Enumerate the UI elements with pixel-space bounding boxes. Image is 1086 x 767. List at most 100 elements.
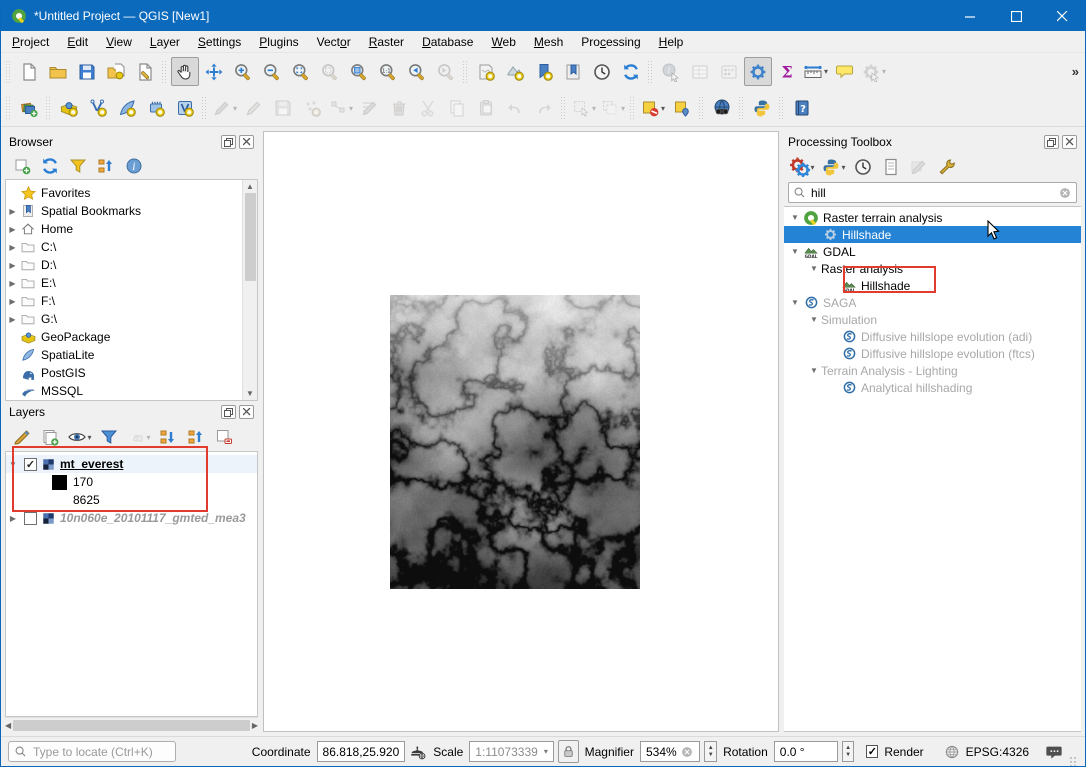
processing-item-analytical-hillshading[interactable]: Analytical hillshading [784, 379, 1081, 396]
remove-layer-button[interactable] [212, 425, 236, 449]
browser-close-button[interactable] [239, 135, 254, 149]
menu-database[interactable]: Database [413, 33, 482, 51]
processing-item-saga[interactable]: ▼ SAGA [784, 294, 1081, 311]
processing-search-input[interactable]: hill [788, 182, 1077, 203]
crs-label[interactable]: EPSG:4326 [966, 745, 1029, 759]
browser-item-spatialite[interactable]: SpatiaLite [6, 346, 257, 364]
menu-view[interactable]: View [97, 33, 141, 51]
new-map-view-button[interactable] [472, 57, 500, 86]
edit-in-place-button[interactable] [907, 155, 931, 179]
map-tips-button[interactable] [831, 57, 859, 86]
browser-item-spatialbookmarks[interactable]: ▶ Spatial Bookmarks [6, 202, 257, 220]
manage-themes-button[interactable]: ▾ [66, 425, 93, 449]
browser-item-c[interactable]: ▶ C:\ [6, 238, 257, 256]
expand-all-button[interactable] [156, 425, 180, 449]
browser-item-favorites[interactable]: Favorites [6, 184, 257, 202]
processing-item-diffusive-hillslope-evolution--ftcs-[interactable]: Diffusive hillslope evolution (ftcs) [784, 345, 1081, 362]
python-console-button[interactable] [748, 94, 776, 123]
browser-item-home[interactable]: ▶ Home [6, 220, 257, 238]
processing-item-hillshade[interactable]: Hillshade [784, 226, 1081, 243]
measure-line-button[interactable]: ▾ [802, 57, 830, 86]
toolbar-grip[interactable] [560, 97, 567, 119]
browser-item-e[interactable]: ▶ E:\ [6, 274, 257, 292]
show-spatial-bookmarks-button[interactable] [559, 57, 587, 86]
options-wrench-button[interactable] [935, 155, 959, 179]
lock-scale-button[interactable] [557, 740, 579, 763]
layer-styling-button[interactable] [10, 425, 34, 449]
processing-item-raster-terrain-analysis[interactable]: ▼ Raster terrain analysis [784, 209, 1081, 226]
open-project-button[interactable] [44, 57, 72, 86]
zoom-to-selection-button[interactable] [316, 57, 344, 86]
filter-browser-button[interactable] [66, 154, 90, 178]
menu-vector[interactable]: Vector [308, 33, 360, 51]
browser-item-postgis[interactable]: PostGIS [6, 364, 257, 382]
processing-item-gdal[interactable]: ▼ GDAL GDAL [784, 243, 1081, 260]
filter-expression-button[interactable]: ε ▾ [125, 425, 152, 449]
run-feature-action-button[interactable]: ▾ [860, 57, 888, 86]
menu-mesh[interactable]: Mesh [525, 33, 572, 51]
messages-button[interactable] [1045, 743, 1063, 761]
history-button[interactable] [851, 155, 875, 179]
rotation-input[interactable]: 0.0 ° [773, 741, 838, 762]
menu-project[interactable]: Project [3, 33, 58, 51]
browser-item-f[interactable]: ▶ F:\ [6, 292, 257, 310]
processing-item-hillshade[interactable]: GDAL Hillshade [784, 277, 1081, 294]
map-canvas[interactable] [263, 131, 779, 732]
browser-vscrollbar[interactable]: ▲ ▼ [242, 180, 257, 400]
copy-features-button[interactable] [443, 94, 471, 123]
toolbar-grip[interactable] [161, 60, 168, 83]
field-calculator-button[interactable] [715, 57, 743, 86]
menu-edit[interactable]: Edit [58, 33, 97, 51]
refresh-browser-button[interactable] [38, 154, 62, 178]
magnifier-clear-icon[interactable] [680, 745, 694, 759]
maximize-button[interactable] [993, 1, 1039, 31]
zoom-native-button[interactable]: 1:1 [374, 57, 402, 86]
results-viewer-button[interactable] [879, 155, 903, 179]
delete-selected-button[interactable] [385, 94, 413, 123]
processing-float-button[interactable] [1044, 135, 1059, 149]
undo-button[interactable] [501, 94, 529, 123]
refresh-map-button[interactable] [617, 57, 645, 86]
layers-hscrollbar[interactable]: ◀ ▶ [5, 717, 258, 732]
menu-processing[interactable]: Processing [572, 33, 649, 51]
layer-checkbox[interactable]: ✓ [24, 457, 37, 471]
toolbar-grip[interactable] [462, 60, 469, 83]
add-selected-layer-button[interactable] [10, 154, 34, 178]
browser-item-g[interactable]: ▶ G:\ [6, 310, 257, 328]
add-group-button[interactable] [38, 425, 62, 449]
new-3d-map-view-button[interactable] [501, 57, 529, 86]
browser-float-button[interactable] [221, 135, 236, 149]
processing-item-raster-analysis[interactable]: ▼ Raster analysis [784, 260, 1081, 277]
identify-features-button[interactable]: i [657, 57, 685, 86]
new-virtual-layer-button[interactable] [171, 94, 199, 123]
render-checkbox[interactable]: ✓ [866, 745, 879, 758]
open-attribute-table-button[interactable] [686, 57, 714, 86]
new-spatialite-layer-button[interactable] [113, 94, 141, 123]
help-contents-button[interactable]: ? [788, 94, 816, 123]
cut-features-button[interactable] [414, 94, 442, 123]
new-project-button[interactable] [15, 57, 43, 86]
new-shapefile-layer-button[interactable] [84, 94, 112, 123]
toggle-editing-button[interactable] [240, 94, 268, 123]
zoom-next-button[interactable] [432, 57, 460, 86]
close-button[interactable] [1039, 1, 1085, 31]
python-console-button[interactable]: ▾ [820, 155, 847, 179]
zoom-in-button[interactable] [229, 57, 257, 86]
layers-float-button[interactable] [221, 405, 236, 419]
processing-item-terrain-analysis---lighting[interactable]: ▼ Terrain Analysis - Lighting [784, 362, 1081, 379]
layers-close-button[interactable] [239, 405, 254, 419]
scale-combo[interactable]: 1:11073339 ▾ [469, 741, 554, 762]
rotation-spinner[interactable]: ▲ ▼ [841, 741, 855, 762]
layer-row-mt_everest[interactable]: ▼ ✓ mt_everest [6, 455, 257, 473]
pan-to-selection-button[interactable] [200, 57, 228, 86]
save-layer-edits-button[interactable] [269, 94, 297, 123]
select-features-button[interactable]: ▾ [570, 94, 598, 123]
deselect-features-button[interactable]: ▾ [599, 94, 627, 123]
resize-grip[interactable] [1069, 756, 1078, 766]
zoom-full-button[interactable] [287, 57, 315, 86]
collapse-all2-button[interactable] [184, 425, 208, 449]
toolbar-grip[interactable] [647, 60, 654, 83]
style-manager-button[interactable] [102, 57, 130, 86]
new-geopackage-layer-button[interactable] [55, 94, 83, 123]
layer-row-10n060e_20101117_gmted_mea3[interactable]: ▶ 10n060e_20101117_gmted_mea3 [6, 509, 257, 527]
